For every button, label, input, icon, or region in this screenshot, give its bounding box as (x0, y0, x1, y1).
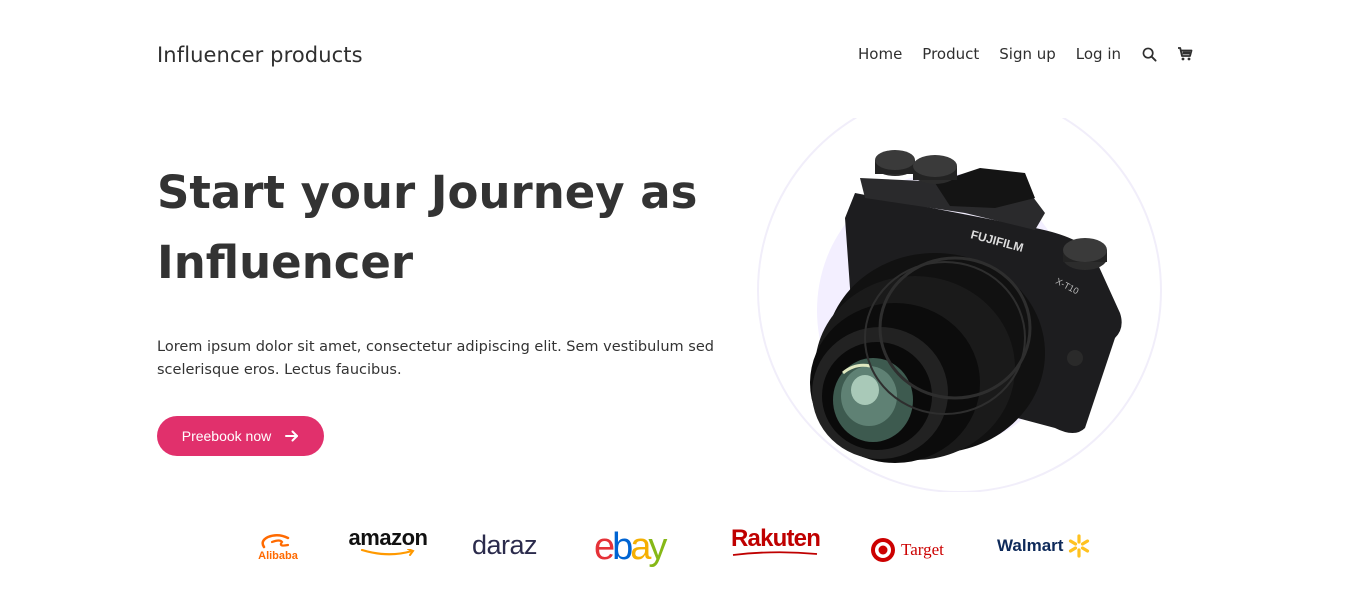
preebook-button-label: Preebook now (181, 428, 272, 444)
nav-product[interactable]: Product (922, 45, 979, 63)
hero-image: FUJIFILM X-T10 (757, 118, 1162, 492)
rakuten-logo: Rakuten (731, 525, 821, 561)
nav-log-in[interactable]: Log in (1076, 45, 1121, 63)
amazon-label: amazon (348, 525, 428, 550)
target-logo: Target (870, 535, 944, 565)
search-icon[interactable] (1141, 46, 1157, 62)
main-nav: Home Product Sign up Log in (838, 43, 1193, 65)
brand-logo[interactable]: Influencer products (157, 43, 363, 67)
hero-title: Start your Journey as Influencer (157, 166, 698, 289)
daraz-logo: daraz (472, 529, 538, 561)
amazon-logo: amazon (348, 527, 428, 561)
nav-sign-up[interactable]: Sign up (999, 45, 1056, 63)
walmart-spark-icon (1069, 534, 1090, 558)
arrow-right-icon (285, 430, 299, 442)
camera-icon: FUJIFILM X-T10 (810, 150, 1122, 463)
nav-home[interactable]: Home (858, 45, 902, 63)
cart-icon[interactable] (1177, 46, 1193, 62)
alibaba-logo: Alibaba (250, 530, 306, 564)
alibaba-label: Alibaba (258, 549, 298, 562)
walmart-label: Walmart (997, 536, 1064, 555)
target-bullseye-icon (871, 538, 895, 562)
hero-description: Lorem ipsum dolor sit amet, consectetur … (157, 339, 714, 378)
daraz-label: daraz (472, 529, 538, 560)
target-label: Target (901, 540, 944, 559)
preebook-button[interactable]: Preebook now (157, 416, 324, 456)
rakuten-label: Rakuten (731, 525, 821, 552)
svg-text:ebay: ebay (594, 526, 667, 568)
walmart-logo: Walmart (997, 531, 1092, 561)
ebay-logo: ebay (594, 525, 686, 569)
partner-logos: Alibaba amazon daraz ebay Rakuten Target… (250, 525, 1100, 573)
